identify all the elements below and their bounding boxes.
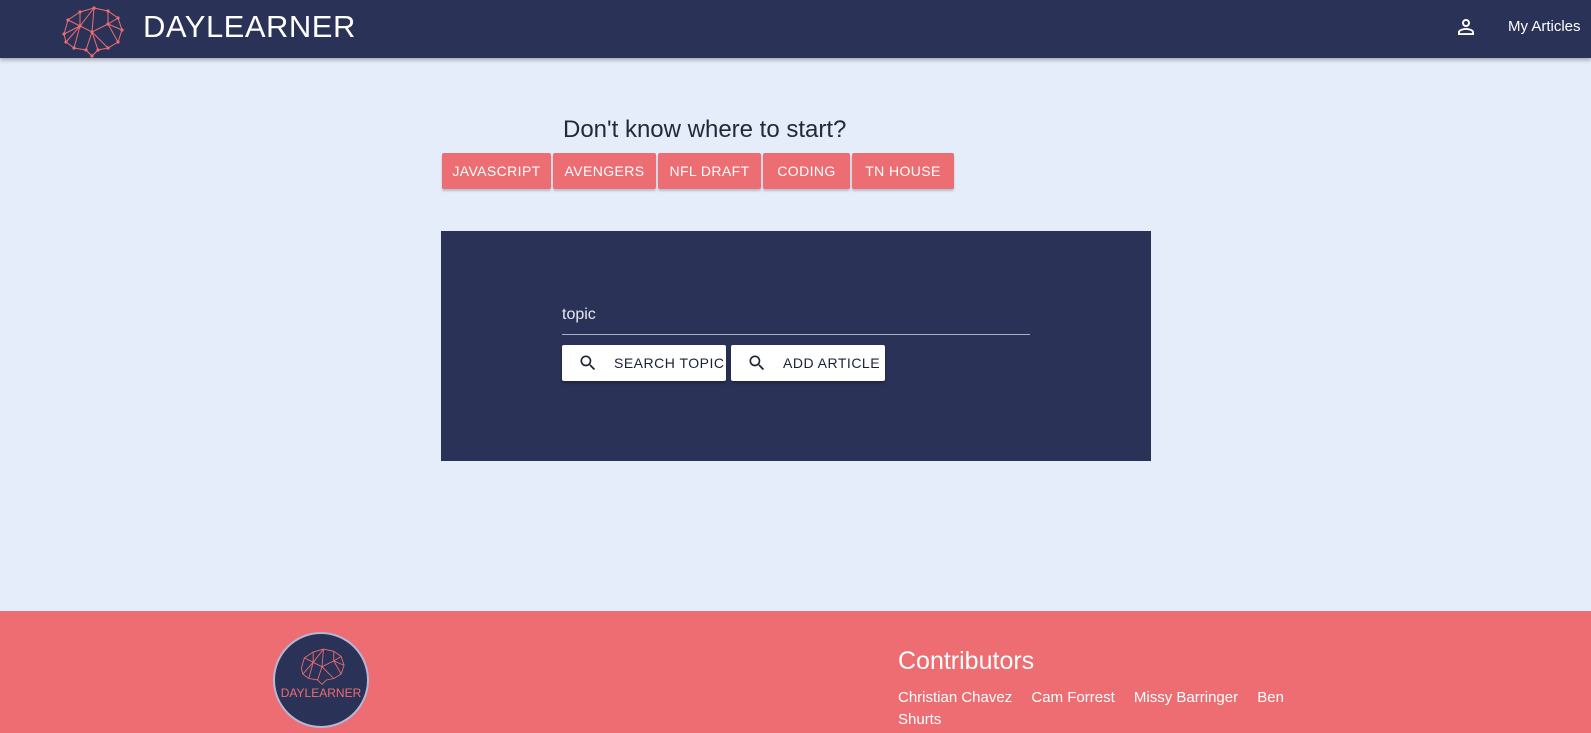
topic-chip-avengers[interactable]: AVENGERS	[553, 153, 656, 189]
contributors-list: Christian Chavez Cam Forrest Missy Barri…	[898, 687, 1298, 731]
contributor-name: Christian Chavez	[898, 689, 1013, 706]
search-panel: SEARCH TOPIC ADD ARTICLE	[441, 231, 1151, 461]
start-prompt-heading: Don't know where to start?	[563, 116, 847, 143]
topic-chip-nfl-draft[interactable]: NFL DRAFT	[658, 153, 761, 189]
topic-suggestions: JAVASCRIPT AVENGERS NFL DRAFT CODING TN …	[442, 153, 956, 189]
brain-network-icon	[300, 648, 345, 686]
search-topic-button[interactable]: SEARCH TOPIC	[562, 345, 726, 381]
brand-title[interactable]: DAYLEARNER	[143, 9, 356, 45]
person-icon[interactable]	[1454, 15, 1478, 39]
top-app-bar: DAYLEARNER My Articles	[0, 0, 1591, 58]
topic-chip-tn-house[interactable]: TN HOUSE	[852, 153, 954, 189]
search-icon	[749, 355, 765, 371]
my-articles-link[interactable]: My Articles	[1508, 18, 1581, 35]
contributors-heading: Contributors	[898, 647, 1035, 675]
add-article-label: ADD ARTICLE	[783, 355, 881, 371]
topic-chip-javascript[interactable]: JAVASCRIPT	[442, 153, 551, 189]
contributor-name: Missy Barringer	[1133, 689, 1239, 706]
add-article-button[interactable]: ADD ARTICLE	[731, 345, 885, 381]
footer-logo: DAYLEARNER	[273, 632, 369, 728]
contributor-name: Cam Forrest	[1031, 689, 1115, 706]
footer: DAYLEARNER Contributors Christian Chavez…	[0, 611, 1591, 733]
topic-search-input[interactable]	[562, 295, 1030, 335]
topic-chip-coding[interactable]: CODING	[763, 153, 850, 189]
footer-logo-text: DAYLEARNER	[280, 686, 362, 700]
search-topic-label: SEARCH TOPIC	[614, 355, 725, 371]
search-icon	[580, 355, 596, 371]
brain-network-icon[interactable]	[58, 4, 126, 58]
